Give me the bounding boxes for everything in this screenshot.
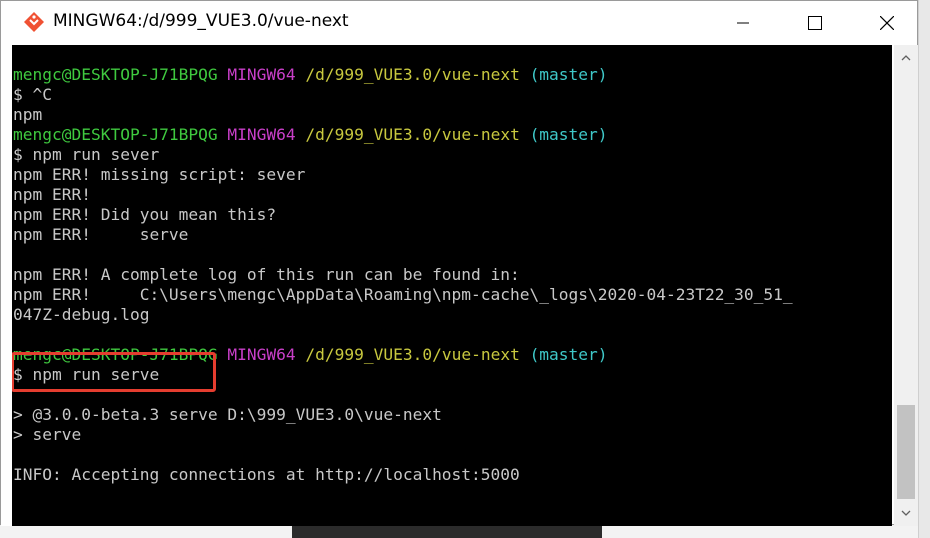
maximize-button[interactable] xyxy=(787,1,843,45)
close-icon xyxy=(880,16,894,30)
prompt-branch: (master) xyxy=(529,125,608,144)
prompt-branch: (master) xyxy=(529,65,608,84)
background-window-edge xyxy=(918,0,930,538)
prompt-line: mengc@DESKTOP-J71BPQG MINGW64 /d/999_VUE… xyxy=(13,125,608,145)
chevron-up-icon xyxy=(901,55,911,61)
prompt-system: MINGW64 xyxy=(227,345,296,364)
vertical-scrollbar[interactable] xyxy=(894,45,918,526)
minimize-button[interactable] xyxy=(715,1,771,45)
prompt-user: mengc@DESKTOP-J71BPQG xyxy=(13,125,218,144)
terminal-window: MINGW64:/d/999_VUE3.0/vue-next mengc@DES… xyxy=(0,0,918,526)
output-line: npm ERR! A complete log of this run can … xyxy=(13,265,520,284)
output-line: npm ERR! serve xyxy=(13,225,189,244)
output-line: > serve xyxy=(13,425,82,444)
scroll-up-button[interactable] xyxy=(894,48,918,68)
background-taskbar-strip xyxy=(0,525,918,538)
title-bar[interactable]: MINGW64:/d/999_VUE3.0/vue-next xyxy=(1,1,917,45)
scroll-down-button[interactable] xyxy=(894,503,918,523)
window-title: MINGW64:/d/999_VUE3.0/vue-next xyxy=(53,11,349,31)
output-line: npm ERR! Did you mean this? xyxy=(13,205,277,224)
prompt-system: MINGW64 xyxy=(227,125,296,144)
output-line: > @3.0.0-beta.3 serve D:\999_VUE3.0\vue-… xyxy=(13,405,442,424)
command-line: $ ^C xyxy=(13,85,52,104)
git-bash-icon xyxy=(24,12,44,32)
highlight-annotation xyxy=(12,352,216,392)
output-line: npm ERR! missing script: sever xyxy=(13,165,306,184)
prompt-path: /d/999_VUE3.0/vue-next xyxy=(305,345,520,364)
close-button[interactable] xyxy=(859,1,915,45)
prompt-line: mengc@DESKTOP-J71BPQG MINGW64 /d/999_VUE… xyxy=(13,65,608,85)
output-line: 047Z-debug.log xyxy=(13,305,150,324)
output-line: npm xyxy=(13,105,43,124)
output-line: INFO: Accepting connections at http://lo… xyxy=(13,465,520,484)
command-line: $ npm run sever xyxy=(13,145,160,164)
terminal-output[interactable]: mengc@DESKTOP-J71BPQG MINGW64 /d/999_VUE… xyxy=(12,45,892,526)
prompt-path: /d/999_VUE3.0/vue-next xyxy=(305,125,520,144)
minimize-icon xyxy=(737,22,749,24)
prompt-branch: (master) xyxy=(529,345,608,364)
output-line: npm ERR! C:\Users\mengc\AppData\Roaming\… xyxy=(13,285,793,304)
prompt-user: mengc@DESKTOP-J71BPQG xyxy=(13,65,218,84)
maximize-icon xyxy=(808,16,822,30)
prompt-path: /d/999_VUE3.0/vue-next xyxy=(305,65,520,84)
chevron-down-icon xyxy=(901,510,911,516)
window-left-frame xyxy=(1,45,12,526)
prompt-system: MINGW64 xyxy=(227,65,296,84)
scrollbar-thumb[interactable] xyxy=(897,405,915,499)
output-line: npm ERR! xyxy=(13,185,91,204)
